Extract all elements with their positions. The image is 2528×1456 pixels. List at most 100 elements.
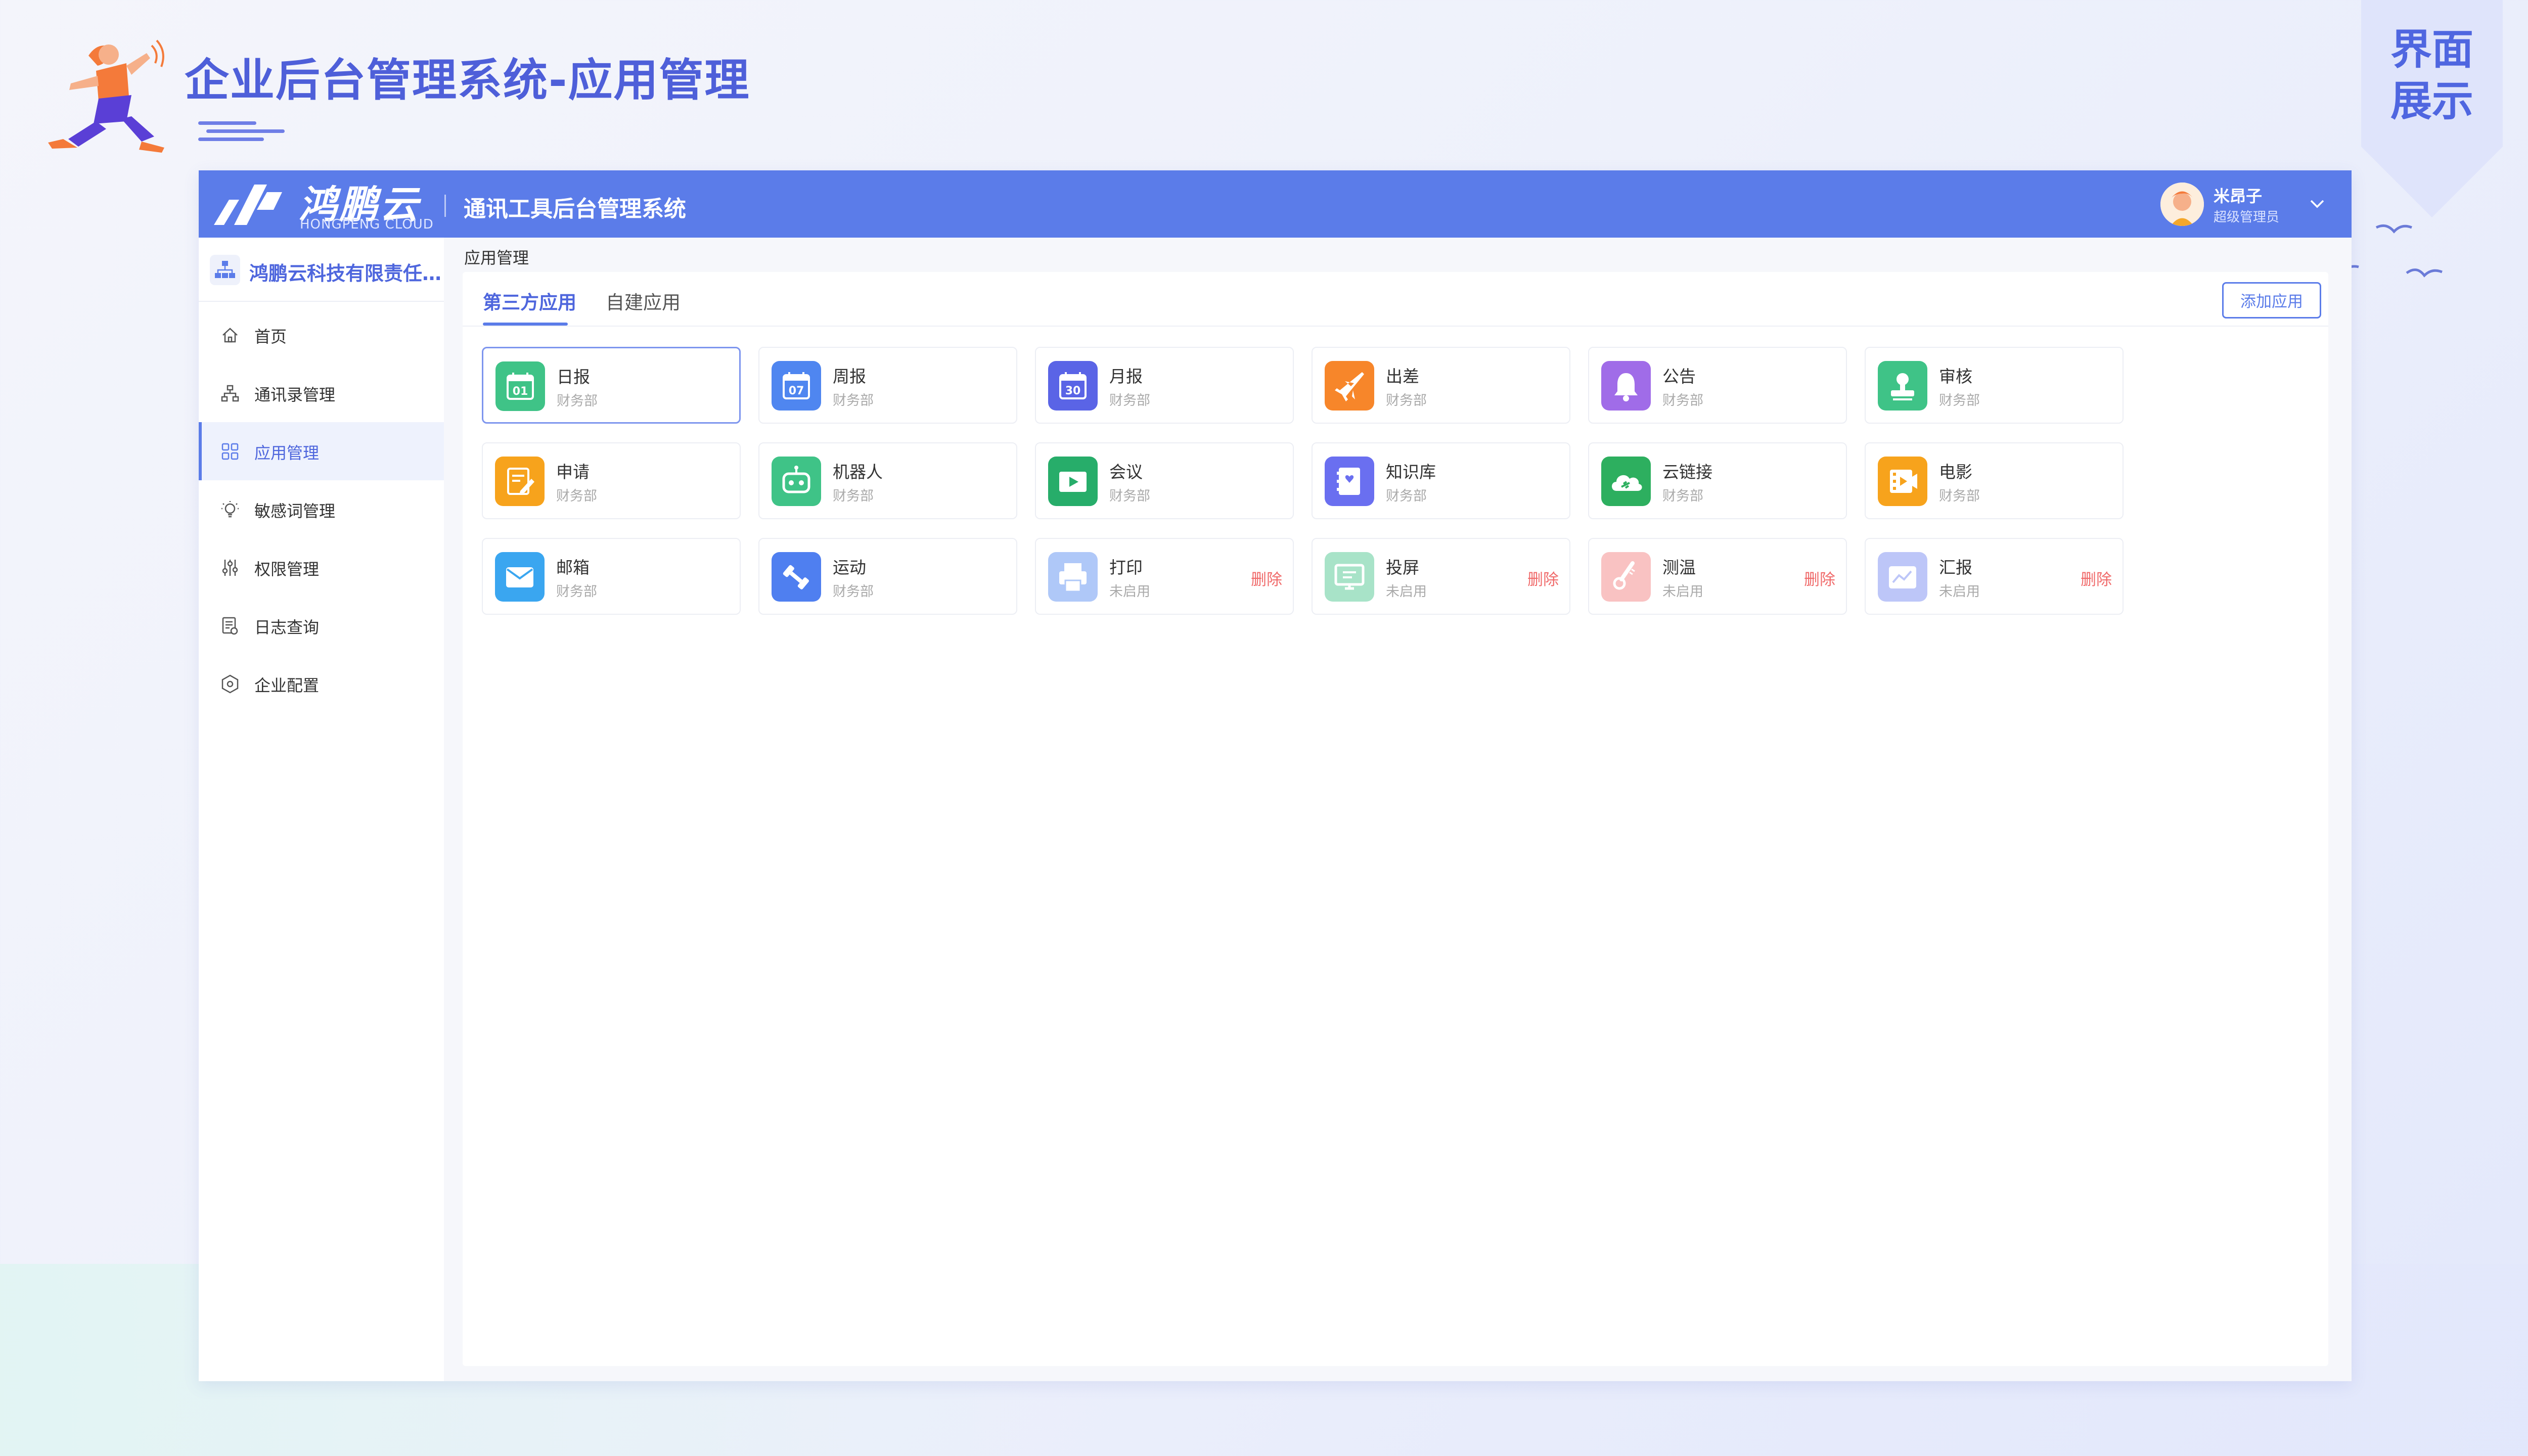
sidebar-item-label: 通讯录管理 bbox=[254, 385, 336, 404]
app-card[interactable]: 申请 财务部 bbox=[482, 442, 741, 519]
app-department: 财务部 bbox=[1939, 393, 1980, 408]
bulb-icon bbox=[221, 501, 239, 518]
app-department: 财务部 bbox=[556, 584, 597, 600]
dumbbell-icon bbox=[772, 552, 821, 602]
app-name: 出差 bbox=[1386, 367, 1419, 386]
app-department: 财务部 bbox=[833, 393, 874, 408]
app-card[interactable]: 会议 财务部 bbox=[1035, 442, 1294, 519]
birds-decoration bbox=[2346, 224, 2443, 278]
mail-icon bbox=[495, 552, 545, 602]
app-name: 邮箱 bbox=[556, 558, 590, 577]
sidebar-item[interactable]: 通讯录管理 bbox=[199, 364, 444, 422]
logo-subtitle: HONGPENG CLOUD bbox=[300, 217, 434, 232]
app-card[interactable]: 出差 财务部 bbox=[1312, 347, 1570, 424]
corner-tag-text: 界面 展示 bbox=[2390, 26, 2473, 125]
user-name[interactable]: 米昂子 bbox=[2214, 184, 2262, 207]
app-name: 投屏 bbox=[1386, 558, 1419, 577]
cloud-link-icon bbox=[1601, 457, 1651, 506]
divider bbox=[463, 326, 2328, 327]
company-name: 鸿鹏云科技有限责任… bbox=[249, 262, 442, 285]
app-card[interactable]: 公告 财务部 bbox=[1588, 347, 1847, 424]
sidebar-item-label: 企业配置 bbox=[254, 676, 320, 695]
grid-icon bbox=[221, 443, 239, 460]
app-card[interactable]: 云链接 财务部 bbox=[1588, 442, 1847, 519]
app-name: 电影 bbox=[1939, 462, 1972, 482]
tab-self-built[interactable]: 自建应用 bbox=[606, 287, 681, 314]
app-department: 财务部 bbox=[1939, 488, 1980, 504]
app-card[interactable]: 机器人 财务部 bbox=[758, 442, 1017, 519]
org-icon bbox=[210, 255, 240, 285]
sidebar-item[interactable]: 权限管理 bbox=[199, 538, 444, 597]
printer-icon bbox=[1048, 552, 1098, 602]
system-name: 通讯工具后台管理系统 bbox=[464, 196, 686, 222]
app-card[interactable]: 01 日报财务部 bbox=[482, 347, 741, 424]
title-underline bbox=[198, 121, 256, 125]
sidebar-item[interactable]: 日志查询 bbox=[199, 597, 444, 655]
runner-illustration bbox=[48, 39, 164, 153]
app-department: 未启用 bbox=[1386, 584, 1427, 600]
film-icon bbox=[1878, 457, 1927, 506]
app-department: 财务部 bbox=[1109, 488, 1150, 504]
screen-icon bbox=[1325, 552, 1374, 602]
svg-text:07: 07 bbox=[789, 385, 804, 397]
app-name: 知识库 bbox=[1386, 462, 1436, 482]
content-panel: 第三方应用 自建应用 添加应用 01 日报 财务部 07 周报 财务部 30 月报 财务部 出差财… bbox=[463, 272, 2328, 1366]
app-card[interactable]: 测温 未启用 删除 bbox=[1588, 538, 1847, 615]
sidebar-item-label: 应用管理 bbox=[254, 443, 320, 463]
app-card[interactable]: 30 月报 财务部 bbox=[1035, 347, 1294, 424]
app-name: 会议 bbox=[1109, 462, 1143, 482]
app-card[interactable]: 07 周报财务部 bbox=[758, 347, 1017, 424]
app-name: 机器人 bbox=[833, 462, 883, 482]
app-card[interactable]: 投屏未启用 删除 bbox=[1312, 538, 1570, 615]
app-card[interactable]: 打印未启用 删除 bbox=[1035, 538, 1294, 615]
sidebar-item[interactable]: 应用管理 bbox=[199, 422, 444, 480]
chevron-down-icon[interactable] bbox=[2307, 194, 2327, 214]
title-underline bbox=[198, 138, 264, 141]
sidebar-item[interactable]: 敏感词管理 bbox=[199, 480, 444, 538]
company-selector[interactable]: 鸿鹏云科技有限责任… bbox=[210, 252, 441, 287]
app-department: 财务部 bbox=[833, 488, 874, 504]
thermometer-icon bbox=[1601, 552, 1651, 602]
app-department: 财务部 bbox=[1386, 393, 1427, 408]
delete-button[interactable]: 删除 bbox=[1251, 567, 1282, 589]
user-role: 超级管理员 bbox=[2214, 210, 2280, 225]
app-card[interactable]: 电影 财务部 bbox=[1865, 442, 2124, 519]
calendar-icon: 01 bbox=[495, 361, 545, 411]
video-icon bbox=[1048, 457, 1098, 506]
app-department: 财务部 bbox=[557, 393, 598, 409]
app-department: 财务部 bbox=[1662, 488, 1703, 504]
app-name: 日报 bbox=[557, 367, 590, 387]
stamp-icon bbox=[1878, 361, 1927, 411]
tab-third-party[interactable]: 第三方应用 bbox=[483, 287, 576, 314]
home-icon bbox=[222, 328, 238, 343]
sidebar-item[interactable]: 企业配置 bbox=[199, 655, 444, 713]
app-card[interactable]: 邮箱 财务部 bbox=[482, 538, 741, 615]
app-card[interactable]: 汇报 未启用 删除 bbox=[1865, 538, 2124, 615]
divider bbox=[444, 195, 446, 217]
app-card[interactable]: 运动 财务部 bbox=[758, 538, 1017, 615]
sidebar-item-label: 日志查询 bbox=[254, 618, 320, 637]
sidebar-item[interactable]: 首页 bbox=[199, 306, 444, 364]
slide-title: 企业后台管理系统-应用管理 bbox=[185, 54, 750, 106]
app-department: 未启用 bbox=[1109, 584, 1150, 600]
app-department: 财务部 bbox=[1386, 488, 1427, 504]
delete-button[interactable]: 删除 bbox=[2081, 567, 2112, 589]
report-icon bbox=[1878, 552, 1927, 602]
delete-button[interactable]: 删除 bbox=[1804, 567, 1835, 589]
app-name: 打印 bbox=[1109, 558, 1143, 577]
app-card[interactable]: 知识库 财务部 bbox=[1312, 442, 1570, 519]
add-app-button[interactable]: 添加应用 bbox=[2222, 282, 2321, 318]
avatar[interactable] bbox=[2160, 183, 2204, 226]
delete-button[interactable]: 删除 bbox=[1527, 567, 1559, 589]
top-bar: 鸿鹏云 HONGPENG CLOUD 通讯工具后台管理系统 米昂子 超级管理员 bbox=[199, 170, 2352, 238]
app-department: 未启用 bbox=[1939, 584, 1980, 600]
app-name: 周报 bbox=[833, 367, 866, 386]
sliders-icon bbox=[222, 560, 238, 576]
app-name: 月报 bbox=[1109, 367, 1143, 386]
form-icon bbox=[495, 457, 545, 506]
svg-text:01: 01 bbox=[513, 385, 528, 398]
app-name: 申请 bbox=[556, 462, 590, 482]
app-name: 公告 bbox=[1662, 367, 1696, 386]
app-card[interactable]: 审核 财务部 bbox=[1865, 347, 2124, 424]
calendar-icon: 07 bbox=[772, 361, 821, 411]
